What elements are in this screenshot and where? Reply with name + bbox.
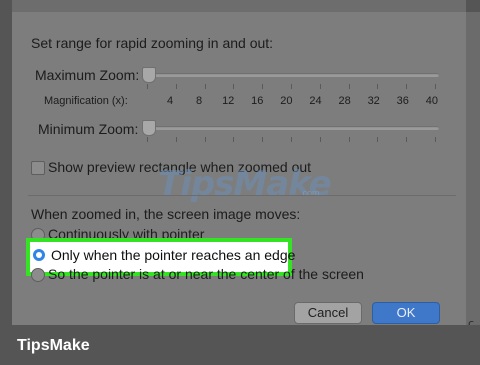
- slider-tick: [175, 137, 177, 142]
- magnification-value: 24: [309, 95, 322, 107]
- slider-tick: [262, 137, 264, 142]
- slider-tick: [147, 137, 148, 142]
- minimum-zoom-slider-knob[interactable]: [142, 120, 156, 136]
- minimum-zoom-label: Minimum Zoom:: [38, 121, 139, 137]
- magnification-value: 8: [196, 95, 203, 107]
- slider-tick: [204, 84, 206, 89]
- magnification-label: Magnification (x):: [44, 95, 128, 107]
- screen-moves-heading: When zoomed in, the screen image moves:: [31, 206, 301, 222]
- maximum-zoom-ticks: [147, 84, 439, 90]
- slider-tick: [204, 137, 206, 142]
- background-window-edge: [466, 12, 480, 325]
- slider-tick: [435, 137, 436, 142]
- magnification-value: 20: [280, 95, 293, 107]
- magnification-value: 4: [166, 95, 174, 107]
- show-preview-checkbox[interactable]: [31, 161, 45, 175]
- maximum-zoom-label: Maximum Zoom:: [35, 67, 140, 83]
- center-radio[interactable]: [31, 268, 45, 282]
- watermark-suffix: .com: [300, 188, 320, 198]
- slider-tick: [377, 137, 379, 142]
- pointer-edge-option-label[interactable]: Only when the pointer reaches an edge: [51, 247, 295, 263]
- ok-button[interactable]: OK: [372, 302, 440, 324]
- slider-tick: [233, 137, 235, 142]
- slider-tick: [377, 84, 379, 89]
- window-top-strip: [12, 0, 466, 12]
- slider-tick: [406, 84, 408, 89]
- pointer-edge-radio[interactable]: [32, 248, 46, 262]
- maximum-zoom-slider[interactable]: [142, 73, 439, 77]
- slider-tick: [348, 137, 350, 142]
- cancel-button[interactable]: Cancel: [294, 302, 362, 324]
- slider-tick: [291, 137, 292, 142]
- brand-logo: TipsMake: [17, 337, 90, 354]
- watermark-logo: TipsMake: [158, 164, 332, 204]
- slider-tick: [262, 84, 264, 89]
- slider-tick: [233, 84, 235, 89]
- minimum-zoom-slider[interactable]: [142, 126, 439, 130]
- slider-tick: [406, 137, 408, 142]
- magnification-value: 40: [425, 95, 439, 107]
- minimum-zoom-ticks: [147, 137, 439, 143]
- magnification-value: 36: [396, 95, 409, 107]
- section-divider: [28, 195, 456, 196]
- magnification-value: 28: [338, 95, 351, 107]
- slider-tick: [348, 84, 350, 89]
- slider-tick: [291, 84, 292, 89]
- slider-tick: [147, 84, 148, 89]
- magnification-value: 12: [222, 95, 235, 107]
- zoom-range-heading: Set range for rapid zooming in and out:: [31, 35, 274, 51]
- magnification-value: 16: [251, 95, 264, 107]
- slider-tick: [319, 84, 321, 89]
- slider-tick: [175, 84, 177, 89]
- center-option-label[interactable]: So the pointer is at or near the center …: [48, 266, 364, 282]
- slider-tick: [319, 137, 321, 142]
- magnification-value: 32: [367, 95, 380, 107]
- maximum-zoom-slider-knob[interactable]: [142, 67, 156, 83]
- slider-tick: [435, 84, 436, 89]
